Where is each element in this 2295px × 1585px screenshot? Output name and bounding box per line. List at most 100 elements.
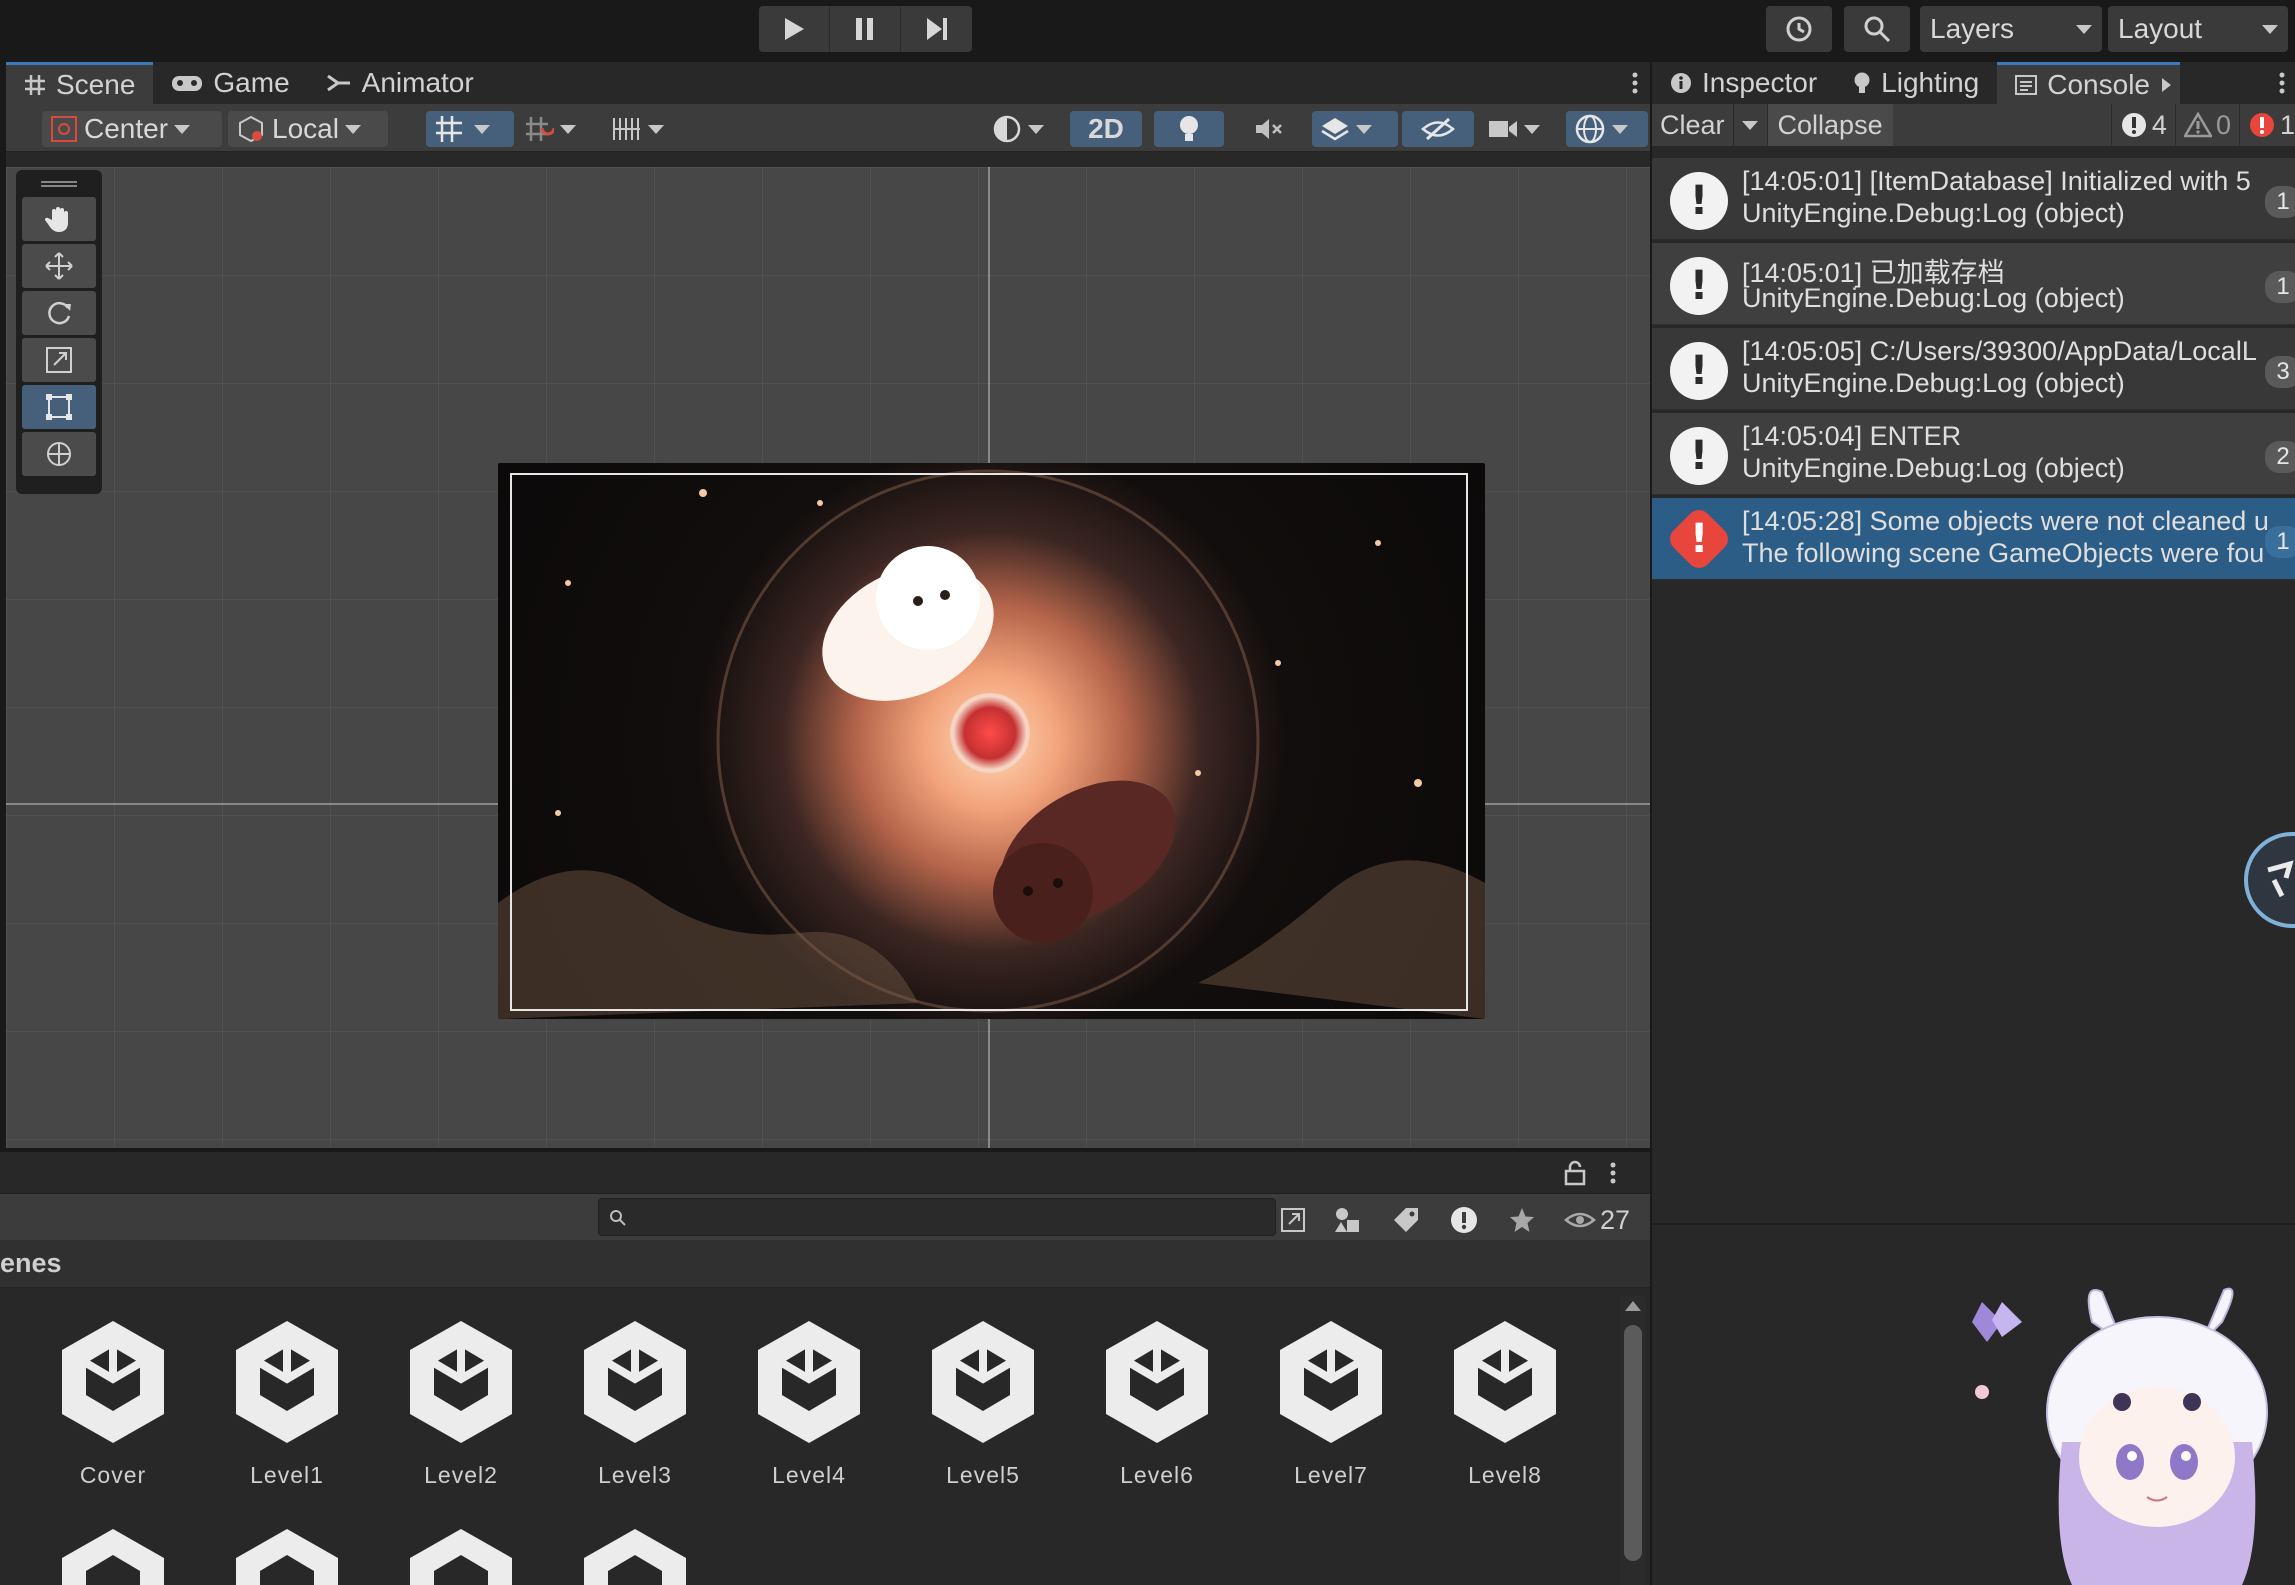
asset-scroll-thumb[interactable] — [1624, 1325, 1642, 1561]
effects-toggle[interactable] — [1312, 111, 1398, 147]
right-tabstrip: Inspector Lighting Console — [1652, 62, 2295, 104]
camera-settings-dropdown[interactable] — [1480, 111, 1560, 147]
scale-tool[interactable] — [22, 338, 96, 382]
scene-asset[interactable]: Level6 — [1082, 1317, 1232, 1489]
search-icon — [1864, 16, 1891, 43]
2d-mode-toggle[interactable]: 2D — [1070, 111, 1142, 147]
rotate-tool[interactable] — [22, 291, 96, 335]
grid-snap-icon — [436, 116, 462, 142]
scene-asset[interactable]: Level8 — [1430, 1317, 1580, 1489]
scene-asset[interactable]: Level1 — [212, 1317, 362, 1489]
shading-mode-dropdown[interactable] — [984, 111, 1062, 147]
warning-circle-icon — [1451, 1207, 1477, 1233]
unity-scene-icon — [236, 1321, 338, 1443]
console-entry-count: 1 — [2265, 186, 2295, 218]
scene-asset[interactable] — [38, 1525, 188, 1585]
tab-game[interactable]: Game — [153, 62, 307, 104]
unity-scene-icon — [1280, 1321, 1382, 1443]
layout-dropdown[interactable]: Layout — [2108, 6, 2288, 52]
rect-tool[interactable] — [22, 385, 96, 429]
tab-scene[interactable]: Scene — [6, 62, 154, 104]
unity-scene-icon — [410, 1529, 512, 1585]
increment-snap-toggle[interactable] — [516, 111, 598, 147]
chevron-down-icon — [1356, 124, 1372, 134]
warning-filter-toggle[interactable]: 0 — [2174, 104, 2239, 146]
project-search-input[interactable] — [598, 1198, 1276, 1236]
breadcrumb-folder[interactable]: enes — [0, 1248, 62, 1279]
lock-button[interactable] — [1564, 1160, 1594, 1188]
sphere-shading-icon — [993, 115, 1021, 143]
project-header — [0, 1152, 1650, 1194]
transform-tool[interactable] — [22, 432, 96, 476]
clear-button[interactable]: Clear — [1652, 104, 1734, 146]
overlay-drag-handle[interactable] — [22, 174, 96, 194]
history-button[interactable] — [1766, 6, 1832, 52]
console-entry[interactable]: ! [14:05:01] 已加载存档 UnityEngine.Debug:Log… — [1652, 243, 2295, 325]
filter-by-type-button[interactable] — [1326, 1202, 1370, 1238]
search-button[interactable] — [1844, 6, 1910, 52]
hand-tool[interactable] — [22, 197, 96, 241]
main-toolbar: Layers Layout — [0, 0, 2295, 60]
console-entry-count: 2 — [2265, 441, 2295, 473]
console-entry[interactable]: ! [14:05:05] C:/Users/39300/AppData/Loca… — [1652, 328, 2295, 410]
console-entry[interactable]: ! [14:05:01] [ItemDatabase] Initialized … — [1652, 158, 2295, 240]
project-more-menu[interactable] — [1610, 1160, 1630, 1188]
unity-scene-icon — [62, 1529, 164, 1585]
grid-icon — [25, 74, 45, 95]
scene-asset[interactable]: Level3 — [560, 1317, 710, 1489]
tab-animator[interactable]: Animator — [308, 62, 492, 104]
log-filter-toggle[interactable]: 4 — [2110, 104, 2175, 146]
filter-by-label-button[interactable] — [1384, 1202, 1428, 1238]
tab-lighting[interactable]: Lighting — [1835, 62, 1997, 104]
scene-asset[interactable] — [212, 1525, 362, 1585]
scene-asset[interactable]: Level5 — [908, 1317, 1058, 1489]
scene-asset[interactable]: Level7 — [1256, 1317, 1406, 1489]
log-info-icon: ! — [1670, 427, 1728, 485]
visibility-count[interactable]: 27 — [1564, 1202, 1648, 1238]
pivot-toggle[interactable]: Center — [42, 111, 222, 147]
favorites-button[interactable] — [1500, 1202, 1544, 1238]
console-entry-stacktrace: UnityEngine.Debug:Log (object) — [1742, 368, 2125, 398]
chevron-down-icon — [1524, 124, 1540, 134]
asset-label: Cover — [79, 1462, 147, 1488]
asset-label: Level7 — [1294, 1462, 1368, 1488]
scene-asset[interactable]: Cover — [38, 1317, 188, 1489]
step-button[interactable] — [901, 6, 972, 52]
audio-toggle[interactable] — [1234, 111, 1304, 147]
scene-asset[interactable]: Level2 — [386, 1317, 536, 1489]
right-panel: Inspector Lighting Console Clear Collaps… — [1652, 62, 2295, 1585]
tab-lighting-label: Lighting — [1881, 67, 1980, 98]
scene-asset[interactable] — [386, 1525, 536, 1585]
space-toggle[interactable]: Local — [228, 111, 388, 147]
collapse-toggle[interactable]: Collapse — [1767, 104, 1893, 146]
gizmos-dropdown[interactable] — [1566, 111, 1648, 147]
tab-inspector[interactable]: Inspector — [1652, 62, 1835, 104]
error-filter-toggle[interactable]: 1 — [2238, 104, 2295, 146]
ruler-toggle[interactable] — [604, 111, 690, 147]
scene-more-menu[interactable] — [1620, 62, 1650, 104]
clear-options-dropdown[interactable] — [1734, 104, 1768, 146]
play-button[interactable] — [759, 6, 830, 52]
filter-by-issue-button[interactable] — [1442, 1202, 1486, 1238]
transform-icon — [47, 442, 71, 466]
floating-assistant-button[interactable] — [2244, 832, 2295, 928]
scene-asset[interactable] — [560, 1525, 710, 1585]
scene-asset[interactable]: Level4 — [734, 1317, 884, 1489]
scene-tabstrip: Scene Game Animator — [6, 62, 1650, 104]
right-more-menu[interactable] — [2269, 62, 2295, 104]
error-icon — [2249, 113, 2274, 137]
animator-icon — [326, 74, 350, 92]
layers-dropdown[interactable]: Layers — [1920, 6, 2102, 52]
pause-button[interactable] — [830, 6, 901, 52]
grid-snap-toggle[interactable] — [426, 111, 514, 147]
lighting-toggle[interactable] — [1154, 111, 1224, 147]
move-tool[interactable] — [22, 244, 96, 288]
console-entry[interactable]: ! [14:05:04] ENTER UnityEngine.Debug:Log… — [1652, 413, 2295, 495]
console-entry-selected[interactable]: ! [14:05:28] Some objects were not clean… — [1652, 498, 2295, 580]
star-icon — [1510, 1208, 1534, 1232]
move-arrows-icon — [45, 252, 73, 280]
camera-bounds-frame — [510, 473, 1468, 1011]
tab-console[interactable]: Console — [1997, 62, 2180, 104]
visibility-toggle[interactable] — [1402, 111, 1474, 147]
search-by-type-button[interactable] — [1274, 1202, 1312, 1238]
